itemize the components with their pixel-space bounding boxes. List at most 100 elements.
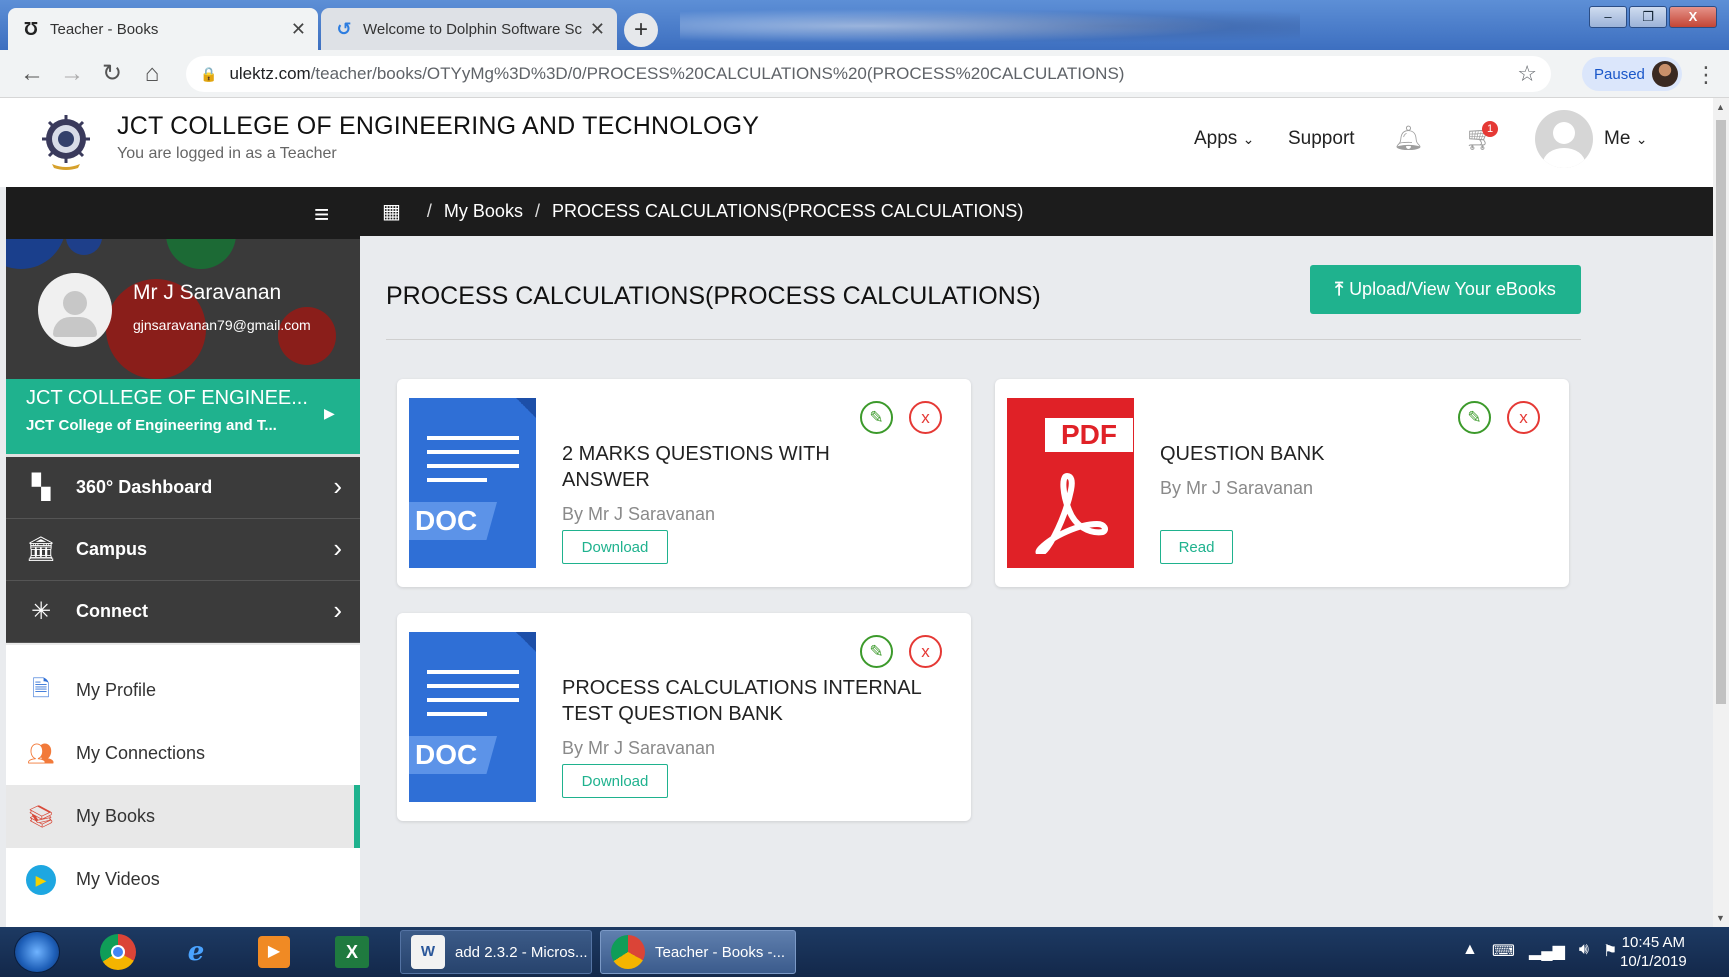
- media-player-icon[interactable]: ▶: [252, 933, 296, 971]
- network-device-icon[interactable]: ⌨: [1492, 941, 1515, 961]
- sidebar-top-bar: ≡: [6, 187, 360, 239]
- close-tab-icon[interactable]: ✕: [291, 19, 306, 40]
- plus-icon: +: [633, 16, 648, 43]
- volume-icon[interactable]: 🔊︎: [1579, 941, 1589, 961]
- home-icon[interactable]: ⌂: [132, 60, 172, 88]
- sidebar-item-my-videos[interactable]: ▶ My Videos: [6, 848, 360, 911]
- taskbar-word-document[interactable]: W add 2.3.2 - Micros...: [400, 930, 592, 974]
- edit-icon[interactable]: ✎: [860, 401, 893, 434]
- scrollbar-thumb[interactable]: [1716, 120, 1726, 704]
- chrome-taskbar-icon[interactable]: [96, 933, 140, 971]
- delete-icon[interactable]: x: [909, 401, 942, 434]
- upload-ebooks-button[interactable]: ⤒ Upload/View Your eBooks: [1310, 265, 1581, 314]
- bookmark-star-icon[interactable]: ☆: [1517, 61, 1537, 87]
- cart-count-badge: 1: [1482, 121, 1498, 137]
- apps-menu[interactable]: Apps ⌄: [1194, 128, 1254, 150]
- taskbar-clock[interactable]: 10:45 AM 10/1/2019: [1620, 933, 1687, 971]
- minimize-button[interactable]: –: [1589, 6, 1627, 28]
- sidebar-item-label: Connect: [76, 601, 148, 621]
- notification-bell-icon[interactable]: 🔔︎: [1393, 124, 1423, 153]
- new-tab-button[interactable]: +: [624, 13, 658, 47]
- breadcrumb-separator: /: [426, 201, 432, 221]
- windows-taskbar: e ▶ X W add 2.3.2 - Micros... Teacher - …: [0, 927, 1729, 977]
- url-path: /teacher/books/OTYyMg%3D%3D/0/PROCESS%20…: [310, 64, 1125, 83]
- start-button[interactable]: [14, 931, 60, 973]
- scroll-down-icon[interactable]: ▼: [1716, 913, 1725, 923]
- doc-file-icon[interactable]: DOC: [409, 632, 536, 802]
- breadcrumb-separator: /: [534, 201, 540, 221]
- user-avatar[interactable]: [1535, 110, 1593, 168]
- back-arrow-icon[interactable]: ←: [12, 60, 52, 88]
- file-type-label: DOC: [409, 502, 497, 540]
- download-button[interactable]: Download: [562, 530, 668, 564]
- ulektz-favicon-icon: Ʊ: [23, 18, 39, 39]
- profile-avatar[interactable]: [38, 273, 112, 347]
- sidebar-item-my-connections[interactable]: 👥︎ My Connections: [6, 722, 360, 785]
- pdf-file-icon[interactable]: PDF: [1007, 398, 1134, 568]
- college-switcher[interactable]: JCT COLLEGE OF ENGINEE... JCT College of…: [6, 379, 360, 454]
- delete-icon[interactable]: x: [909, 635, 942, 668]
- profile-icon: 🗎: [32, 675, 50, 701]
- show-hidden-icons-icon[interactable]: ▲: [1462, 941, 1478, 961]
- book-card: DOC 2 MARKS QUESTIONS WITH ANSWER By Mr …: [397, 379, 971, 587]
- read-button[interactable]: Read: [1160, 530, 1233, 564]
- reload-icon[interactable]: ↻: [92, 59, 132, 88]
- book-author: By Mr J Saravanan: [562, 738, 716, 758]
- close-tab-icon[interactable]: ✕: [590, 19, 605, 40]
- breadcrumb-current: PROCESS CALCULATIONS(PROCESS CALCULATION…: [551, 201, 1024, 221]
- breadcrumb-my-books[interactable]: My Books: [444, 201, 523, 222]
- chevron-right-icon: ›: [333, 533, 342, 563]
- paused-label: Paused: [1594, 65, 1645, 83]
- forward-arrow-icon[interactable]: →: [52, 60, 92, 88]
- book-title: 2 MARKS QUESTIONS WITH ANSWER: [562, 443, 830, 491]
- delete-icon[interactable]: x: [1507, 401, 1540, 434]
- signal-icon[interactable]: ▂▄▆: [1529, 941, 1565, 961]
- hamburger-menu-icon[interactable]: ≡: [314, 199, 329, 230]
- tab-title: Teacher - Books: [50, 20, 159, 38]
- book-title: QUESTION BANK: [1160, 443, 1325, 465]
- campus-icon: 🏛︎: [25, 536, 57, 563]
- videos-icon: ▶: [6, 864, 76, 895]
- college-name: JCT COLLEGE OF ENGINEERING AND TECHNOLOG…: [117, 112, 760, 140]
- sidebar-item-label: My Books: [76, 806, 156, 826]
- login-info: You are logged in as a Teacher: [117, 145, 337, 162]
- page-scrollbar[interactable]: ▲ ▼: [1713, 98, 1729, 927]
- file-type-label: PDF: [1045, 418, 1133, 452]
- maximize-button[interactable]: ❐: [1629, 6, 1667, 28]
- title-divider: [386, 339, 1581, 340]
- close-window-button[interactable]: X: [1669, 6, 1717, 28]
- book-title: PROCESS CALCULATIONS INTERNAL TEST QUEST…: [562, 677, 921, 725]
- browser-menu-icon[interactable]: ⋮: [1695, 62, 1717, 88]
- book-author: By Mr J Saravanan: [562, 504, 716, 524]
- grid-home-icon[interactable]: ▦: [382, 199, 401, 224]
- sidebar-item-label: My Connections: [76, 743, 206, 763]
- sidebar-item-my-books[interactable]: 📚︎ My Books: [6, 785, 360, 848]
- apps-label: Apps: [1194, 128, 1238, 149]
- app-header: JCT COLLEGE OF ENGINEERING AND TECHNOLOG…: [0, 98, 1713, 187]
- sidebar-item-campus[interactable]: 🏛︎ Campus ›: [6, 519, 360, 581]
- sidebar-item-my-profile[interactable]: 🗎 My Profile: [6, 659, 360, 722]
- scroll-up-icon[interactable]: ▲: [1716, 102, 1725, 112]
- sidebar-item-dashboard[interactable]: ▚ 360° Dashboard ›: [6, 457, 360, 519]
- edit-icon[interactable]: ✎: [1458, 401, 1491, 434]
- address-bar[interactable]: 🔒 ulektz.com/teacher/books/OTYyMg%3D%3D/…: [186, 56, 1551, 92]
- dashboard-icon: ▚: [31, 474, 51, 501]
- excel-icon[interactable]: X: [330, 933, 374, 971]
- sidebar-item-connect[interactable]: ✳ Connect ›: [6, 581, 360, 643]
- college-switcher-subtitle: JCT College of Engineering and T...: [26, 417, 277, 434]
- taskbar-chrome-window[interactable]: Teacher - Books -...: [600, 930, 796, 974]
- internet-explorer-icon[interactable]: e: [174, 933, 218, 971]
- doc-file-icon[interactable]: DOC: [409, 398, 536, 568]
- download-button[interactable]: Download: [562, 764, 668, 798]
- profile-paused-button[interactable]: Paused: [1582, 57, 1682, 91]
- support-link[interactable]: Support: [1288, 128, 1355, 150]
- tabstrip-background: [680, 6, 1300, 46]
- system-tray: ▲ ⌨ ▂▄▆ 🔊︎ ⚑: [1462, 941, 1617, 961]
- chevron-right-icon: ›: [333, 595, 342, 625]
- tab-dolphin-software[interactable]: ↺ Welcome to Dolphin Software Sc ✕: [321, 8, 617, 50]
- tab-teacher-books[interactable]: Ʊ Teacher - Books ✕: [8, 8, 318, 50]
- action-center-flag-icon[interactable]: ⚑: [1603, 941, 1617, 961]
- edit-icon[interactable]: ✎: [860, 635, 893, 668]
- me-menu[interactable]: Me ⌄: [1604, 128, 1647, 150]
- profile-avatar-icon: [1652, 61, 1678, 87]
